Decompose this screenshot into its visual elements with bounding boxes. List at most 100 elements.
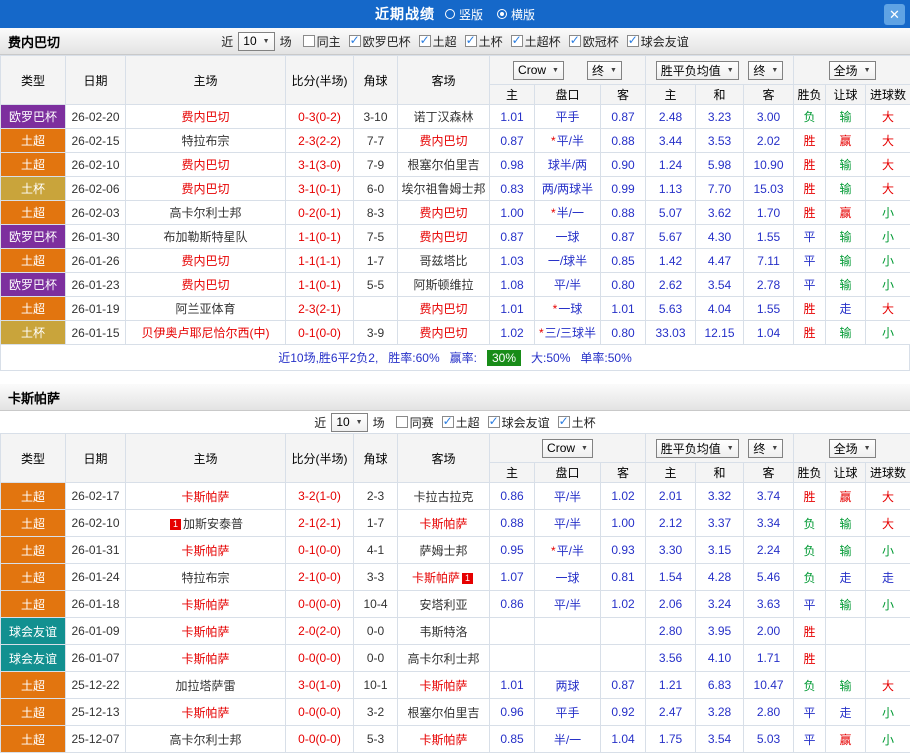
team1-name: 费内巴切 <box>8 34 61 50</box>
col-avg-away: 客 <box>743 462 795 483</box>
avg-home-cell: 2.48 <box>645 104 696 129</box>
away-team-cell: 韦斯特洛 <box>397 617 490 645</box>
col-handicap-result: 让球 <box>825 84 867 105</box>
handicap-cell: 平/半 <box>534 272 601 297</box>
filter-checkbox-checked[interactable]: 欧罗巴杯 <box>348 33 411 50</box>
avg-away-cell: 3.34 <box>743 509 795 537</box>
filter-checkbox-checked[interactable]: 球会友谊 <box>626 33 689 50</box>
corner-cell: 1-7 <box>353 509 398 537</box>
avg-home-cell: 1.54 <box>645 563 697 591</box>
filter-checkbox-checked[interactable]: 土超 <box>418 33 457 50</box>
avg-home-cell: 33.03 <box>645 320 696 345</box>
team-name: 卡斯帕萨 <box>181 651 230 666</box>
filter-checkbox-checked[interactable]: 土杯 <box>557 414 596 431</box>
layout-radio[interactable]: 横版 <box>497 6 535 23</box>
checkbox-icon[interactable] <box>302 35 315 47</box>
result-cell: 胜 <box>793 128 827 153</box>
avg-select[interactable]: 胜平负均值 ▼ <box>655 438 739 458</box>
team-name: 卡斯帕萨 <box>419 516 468 531</box>
filter-checkbox-checked[interactable]: 土超杯 <box>510 33 561 50</box>
home-odds-cell: 0.95 <box>489 536 535 564</box>
bookmaker-select[interactable]: Crow ▼ <box>513 60 564 80</box>
radio-icon[interactable] <box>444 9 455 19</box>
filter-checkbox-checked[interactable]: 土超 <box>441 414 480 431</box>
checkbox-icon[interactable] <box>348 33 361 47</box>
filter-checkbox-checked[interactable]: 土杯 <box>464 33 503 50</box>
avg-draw-cell: 3.37 <box>695 509 745 537</box>
corner-cell: 7-7 <box>353 128 398 153</box>
avg-final-select[interactable]: 终 ▼ <box>748 438 784 458</box>
avg-final-select[interactable]: 终 ▼ <box>748 60 784 80</box>
checkbox-label: 球会友谊 <box>640 34 689 49</box>
home-team-cell: 费内巴切 <box>125 104 286 129</box>
team-name: 费内巴切 <box>419 206 468 220</box>
result-cell: 胜 <box>793 320 827 345</box>
result-cell: 平 <box>793 725 827 753</box>
checkbox-icon[interactable] <box>510 33 523 47</box>
avg-select[interactable]: 胜平负均值 ▼ <box>655 60 739 80</box>
team1-section-header: 费内巴切 近 10 ▼ 场 同主 欧罗巴杯 土超 土杯 土超杯 欧冠杯 球会友谊 <box>0 28 910 55</box>
layout-radio[interactable]: 竖版 <box>444 6 483 23</box>
avg-draw-cell: 3.54 <box>695 272 744 297</box>
handicap-cell: 一球 <box>534 224 601 249</box>
bookmaker-select[interactable]: Crow ▼ <box>542 438 593 458</box>
scope-select[interactable]: 全场 ▼ <box>828 438 876 458</box>
away-odds-cell: 1.02 <box>599 482 647 510</box>
league-cell: 欧罗巴杯 <box>0 224 66 249</box>
team-name: 高卡尔利士邦 <box>169 732 242 747</box>
match-row: 球会友谊 26-01-09 卡斯帕萨 2-0(2-0) 0-0 韦斯特洛 2.80 3.95 2… <box>0 617 910 645</box>
away-team-cell: 高卡尔利士邦 <box>397 644 490 672</box>
filter-checkbox-checked[interactable]: 球会友谊 <box>487 414 550 431</box>
avg-home-cell: 2.06 <box>645 590 697 618</box>
checkbox-icon[interactable] <box>626 33 639 47</box>
filter-checkbox-checked[interactable]: 欧冠杯 <box>568 33 619 50</box>
score-cell: 3-1(3-0) <box>285 152 354 177</box>
away-team-cell: 卡斯帕萨 <box>397 725 490 753</box>
result-cell <box>865 644 910 672</box>
checkbox-icon[interactable] <box>464 33 477 47</box>
checkbox-icon[interactable] <box>418 33 431 47</box>
layout-radio-group: 竖版 横版 <box>444 6 535 23</box>
close-button[interactable]: ✕ <box>884 4 905 25</box>
handicap-cell: 平/半 <box>534 482 601 510</box>
chevron-down-icon: ▼ <box>726 66 734 74</box>
score-cell: 1-1(0-1) <box>285 272 354 297</box>
avg-draw-cell: 3.15 <box>695 536 745 564</box>
score-cell: 1-1(1-1) <box>285 248 354 273</box>
summary-handicap-label: 赢率: <box>449 351 477 365</box>
checkbox-icon[interactable] <box>557 414 570 428</box>
avg-draw-cell: 3.23 <box>695 104 744 129</box>
home-odds-cell: 0.96 <box>489 698 535 726</box>
avg-draw-cell: 4.30 <box>695 224 744 249</box>
result-cell <box>825 644 867 672</box>
col-score: 比分(半场) <box>285 433 354 483</box>
col-type: 类型 <box>0 433 66 483</box>
filter-checkbox-unchecked[interactable]: 同主 <box>302 33 341 50</box>
date-cell: 25-12-07 <box>65 725 126 753</box>
checkbox-icon[interactable] <box>441 414 454 428</box>
avg-away-cell: 2.24 <box>743 536 795 564</box>
radio-selected-icon[interactable] <box>497 9 507 19</box>
corner-cell: 1-7 <box>353 248 398 273</box>
chevron-down-icon: ▼ <box>581 444 588 452</box>
avg-home-cell: 1.75 <box>645 725 697 753</box>
result-cell <box>865 617 910 645</box>
checkbox-icon[interactable] <box>487 414 500 428</box>
final-odds-select[interactable]: 终 ▼ <box>587 60 622 80</box>
checkbox-icon[interactable] <box>395 416 408 428</box>
col-odds-away: 客 <box>600 84 646 105</box>
col-odds-away: 客 <box>599 462 647 483</box>
filter-checkbox-unchecked[interactable]: 同赛 <box>395 414 434 431</box>
team-name: 费内巴切 <box>181 182 230 196</box>
scope-select[interactable]: 全场 ▼ <box>828 60 876 80</box>
league-filter-checkboxes: 同赛 土超 球会友谊 土杯 <box>395 414 596 431</box>
avg-draw-cell: 3.62 <box>695 200 744 225</box>
col-goals-result: 进球数 <box>865 462 910 483</box>
avg-draw-cell: 4.10 <box>695 644 745 672</box>
league-cell: 球会友谊 <box>0 644 66 672</box>
checkbox-label: 土杯 <box>571 415 596 430</box>
games-count-select[interactable]: 10 ▼ <box>238 31 275 51</box>
avg-home-cell: 1.42 <box>645 248 696 273</box>
checkbox-icon[interactable] <box>568 33 581 47</box>
games-count-select[interactable]: 10 ▼ <box>331 412 368 432</box>
